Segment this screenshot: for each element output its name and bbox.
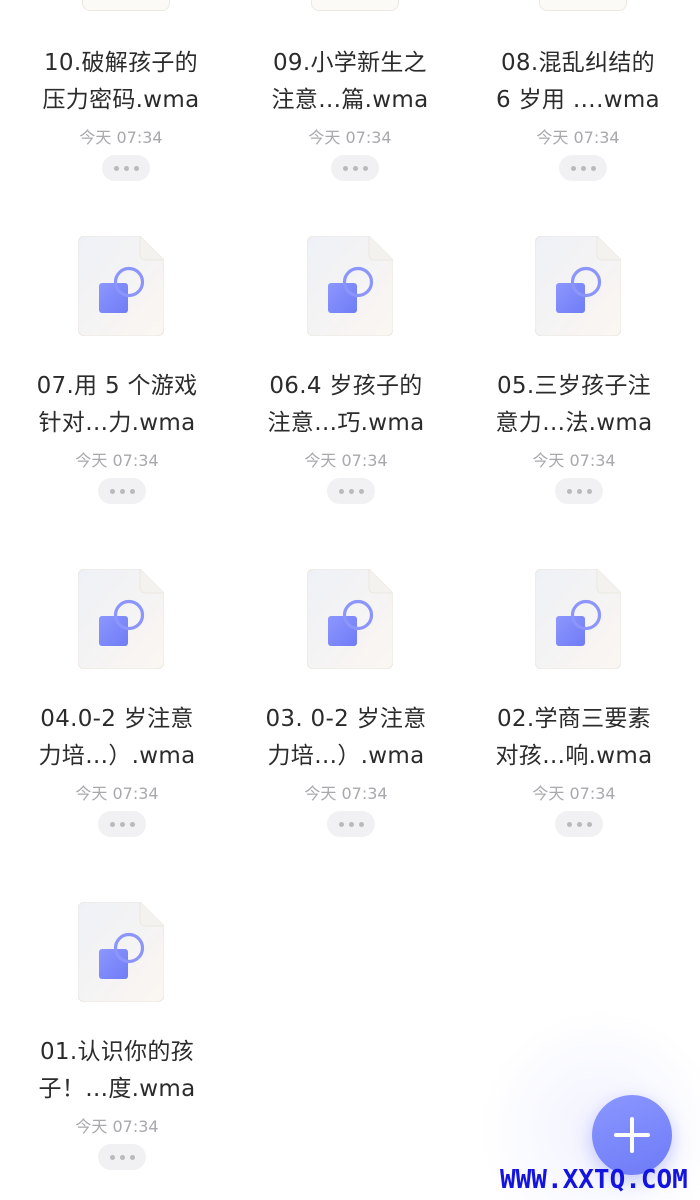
file-card[interactable]: 07.用 5 个游戏 针对…力.wma 今天 07:34 [0, 0, 228, 504]
audio-file-icon [535, 569, 621, 669]
audio-file-icon [78, 569, 164, 669]
file-card[interactable]: 03. 0-2 岁注意 力培…）.wma 今天 07:34 [229, 333, 457, 837]
file-card[interactable]: 02.学商三要素 对孩…响.wma 今天 07:34 [457, 333, 685, 837]
file-card[interactable]: 06.4 岁孩子的 注意…巧.wma 今天 07:34 [229, 0, 457, 504]
watermark: WWW.XXTQ.COM [500, 1165, 688, 1195]
more-options-icon [566, 821, 572, 827]
file-time: 今天 07:34 [532, 784, 616, 803]
file-card[interactable]: 01.认识你的孩 子！…度.wma 今天 07:34 [0, 666, 228, 1170]
file-name: 03. 0-2 岁注意 力培…）.wma [265, 706, 427, 769]
more-options-icon [338, 821, 344, 827]
file-grid-page: 10.破解孩子的 压力密码.wma 今天 07:34 09.小学新生之 注意…篇.w… [0, 0, 700, 1200]
audio-file-icon [535, 236, 621, 336]
audio-file-icon [78, 902, 164, 1002]
more-options-button[interactable] [555, 811, 603, 837]
audio-file-icon [307, 236, 393, 336]
more-options-button[interactable] [327, 811, 375, 837]
file-card[interactable]: 04.0-2 岁注意 力培…）.wma 今天 07:34 [0, 333, 228, 837]
more-options-button[interactable] [98, 1144, 146, 1170]
file-time: 今天 07:34 [75, 1117, 159, 1136]
file-card[interactable]: 05.三岁孩子注 意力…法.wma 今天 07:34 [457, 0, 685, 504]
file-time: 今天 07:34 [304, 784, 388, 803]
audio-file-icon [78, 236, 164, 336]
file-name: 01.认识你的孩 子！…度.wma [38, 1039, 196, 1102]
file-name: 02.学商三要素 对孩…响.wma [495, 706, 653, 769]
audio-file-icon [307, 569, 393, 669]
more-options-icon [109, 1154, 115, 1160]
